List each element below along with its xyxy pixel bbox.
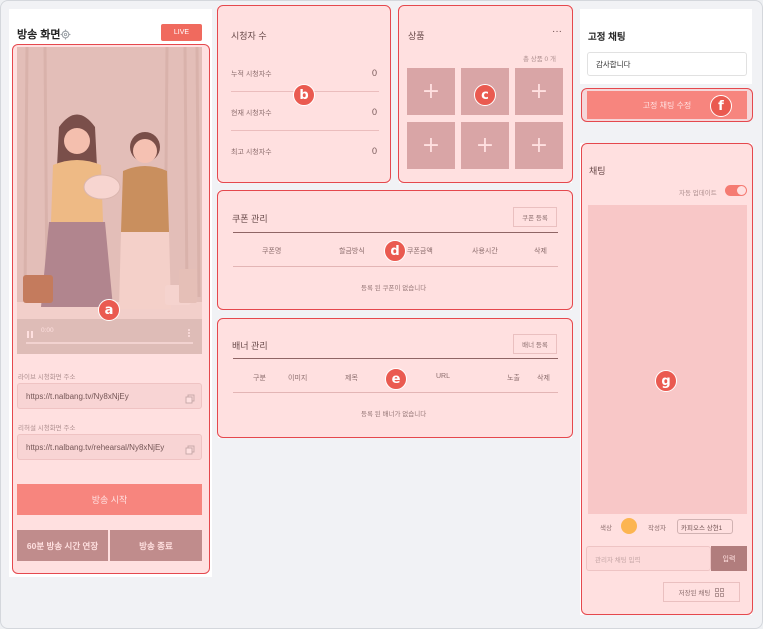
marker-b: b xyxy=(293,84,315,106)
marker-e: e xyxy=(385,368,407,390)
pinned-chat-input[interactable]: 감사합니다 xyxy=(587,52,747,76)
marker-f: f xyxy=(710,95,732,117)
pinned-chat-title: 고정 채팅 xyxy=(588,32,626,43)
marker-d: d xyxy=(384,240,406,262)
gear-icon[interactable] xyxy=(60,27,71,40)
broadcast-title: 방송 화면 xyxy=(17,29,61,41)
pinned-chat-value: 감사합니다 xyxy=(596,59,631,69)
marker-a: a xyxy=(98,299,120,321)
live-badge: LIVE xyxy=(161,24,202,41)
marker-g: g xyxy=(655,370,677,392)
marker-c: c xyxy=(474,84,496,106)
